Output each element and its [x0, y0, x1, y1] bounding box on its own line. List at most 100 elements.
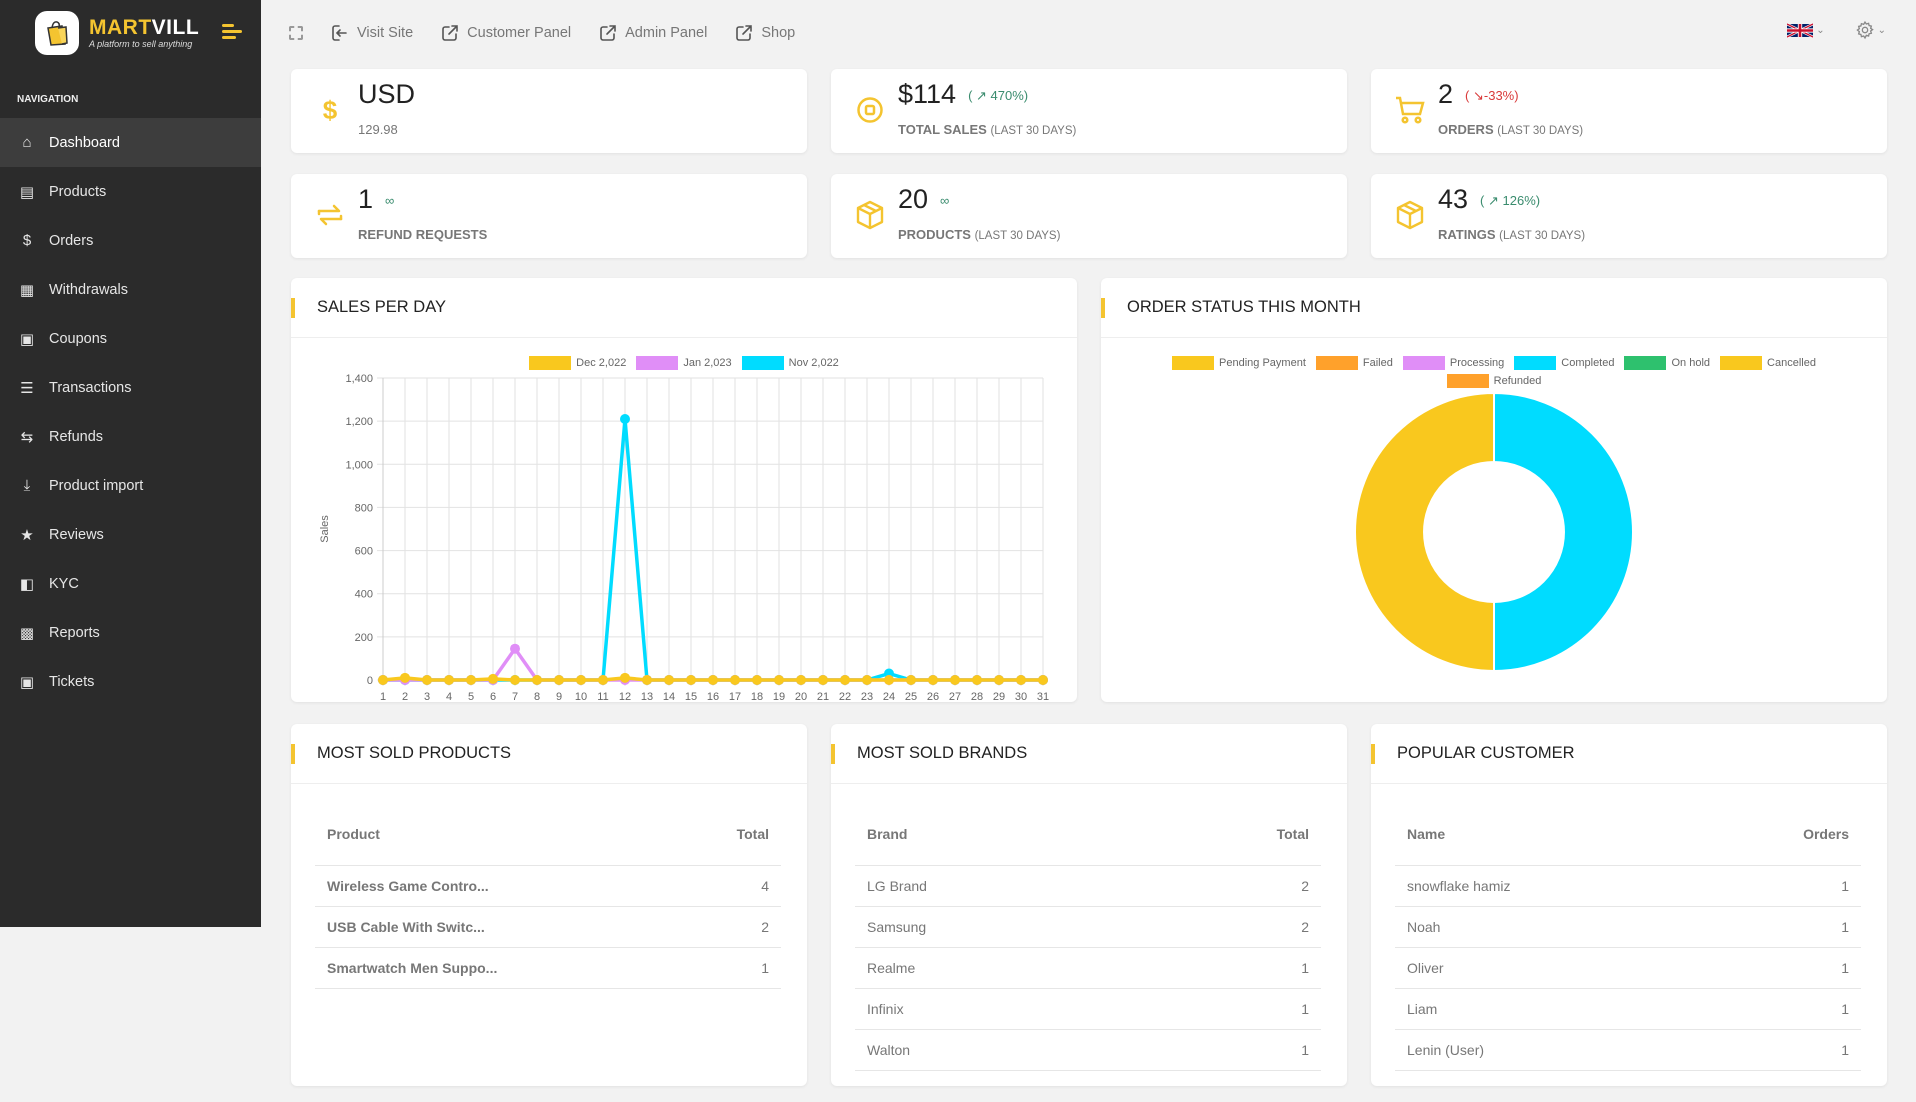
y-tick-label: 200	[355, 632, 373, 644]
brand-name: MARTVILL	[89, 17, 199, 39]
stat-label-text: RATINGS	[1438, 227, 1496, 242]
table-cell[interactable]: USB Cable With Switc...	[315, 906, 671, 948]
x-tick-label: 31	[1037, 691, 1049, 702]
list-icon: ☰	[20, 379, 34, 397]
table-row[interactable]: USB Cable With Switc... 2	[315, 906, 781, 948]
gear-icon	[1855, 20, 1874, 40]
legend-item[interactable]: On hold	[1624, 354, 1710, 372]
legend-item[interactable]: Processing	[1402, 354, 1504, 372]
x-tick-label: 13	[641, 691, 653, 702]
sidebar-item-tickets[interactable]: ▣ Tickets	[0, 657, 261, 706]
stat-change-value: ∞	[385, 193, 395, 209]
table-cell: 1	[1685, 1029, 1861, 1071]
x-tick-label: 5	[468, 691, 474, 702]
table-row[interactable]: snowflake hamiz 1	[1395, 865, 1861, 907]
brand-name-part1: MART	[89, 16, 152, 39]
x-tick-label: 26	[927, 691, 939, 702]
toplink-customer-panel[interactable]: Customer Panel	[441, 24, 571, 42]
language-selector[interactable]: ⌄	[1787, 22, 1825, 39]
fullscreen-icon[interactable]	[289, 26, 303, 40]
stat-card-products: 20 ∞ PRODUCTS (LAST 30 DAYS)	[831, 174, 1347, 258]
table-row[interactable]: Noah 1	[1395, 906, 1861, 948]
column-header[interactable]: Product	[315, 804, 671, 866]
table-row[interactable]: LG Brand 2	[855, 865, 1321, 907]
sidebar-item-coupons[interactable]: ▣ Coupons	[0, 314, 261, 363]
sidebar-item-products[interactable]: ▤ Products	[0, 167, 261, 216]
sidebar-item-kyc[interactable]: ◧ KYC	[0, 559, 261, 608]
toplink-label: Customer Panel	[467, 25, 572, 41]
sidebar-item-withdrawals[interactable]: ▦ Withdrawals	[0, 265, 261, 314]
nav-list: ⌂ Dashboard ▤ Products $ Orders ▦ Withdrawals ▣ C…	[0, 118, 261, 706]
table-row[interactable]: Walton 1	[855, 1029, 1321, 1071]
topbar: Visit Site Customer Panel Admin Panel Shop …	[261, 0, 1916, 66]
toplink-shop[interactable]: Shop	[735, 24, 795, 42]
sidebar-item-refunds[interactable]: ⇆ Refunds	[0, 412, 261, 461]
sidebar-item-reports[interactable]: ▩ Reports	[0, 608, 261, 657]
legend-item[interactable]: Pending Payment	[1172, 354, 1306, 372]
donut-slice[interactable]	[1493, 393, 1634, 673]
table-row[interactable]: Lenin (User) 1	[1395, 1029, 1861, 1071]
table-row[interactable]: Liam 1	[1395, 988, 1861, 1030]
x-tick-label: 16	[707, 691, 719, 702]
column-header[interactable]: Brand	[855, 804, 1117, 866]
x-tick-label: 30	[1015, 691, 1027, 702]
sidebar-item-product-import[interactable]: ⤓ Product import	[0, 461, 261, 510]
x-tick-label: 15	[685, 691, 697, 702]
table-row[interactable]: Oliver 1	[1395, 947, 1861, 989]
data-point	[862, 675, 872, 685]
star-icon: ★	[20, 526, 34, 544]
data-point	[400, 672, 410, 683]
settings-button[interactable]: ⌄	[1855, 20, 1886, 40]
legend-item[interactable]: Failed	[1315, 354, 1393, 372]
sidebar-item-label: Dashboard	[49, 134, 120, 151]
legend-swatch	[1315, 356, 1358, 370]
column-header[interactable]: Orders	[1685, 804, 1861, 866]
column-header[interactable]: Name	[1395, 804, 1686, 866]
sales-line-chart: 02004006008001,0001,2001,4001 2 3 4 5 6 7 8 9 10 1…	[319, 373, 1049, 702]
table-cell: Infinix	[855, 988, 1117, 1030]
donut-slice[interactable]	[1354, 393, 1495, 673]
box-icon	[853, 198, 887, 232]
table-row[interactable]: Infinix 1	[855, 988, 1321, 1030]
table-row[interactable]: Wireless Game Contro... 4	[315, 865, 781, 907]
data-point	[1016, 675, 1026, 685]
sidebar-item-label: Withdrawals	[49, 281, 128, 298]
legend-label: Pending Payment	[1219, 357, 1306, 369]
x-tick-label: 21	[817, 691, 829, 702]
table-cell: 1	[1685, 865, 1861, 907]
table-row[interactable]: Realme 1	[855, 947, 1321, 989]
stat-value: 43 ( ↗ 126%)	[1438, 184, 1540, 215]
table-cell: 2	[1116, 906, 1321, 948]
column-header[interactable]: Total	[670, 804, 781, 866]
x-tick-label: 23	[861, 691, 873, 702]
table-row[interactable]: Smartwatch Men Suppo... 1	[315, 947, 781, 989]
table-cell: 4	[670, 865, 781, 907]
data-point	[576, 675, 586, 685]
most-sold-products-table: Product Total Wireless Game Contro... 4 USB…	[315, 804, 781, 989]
table-row[interactable]: Samsung 2	[855, 906, 1321, 948]
toplink-admin-panel[interactable]: Admin Panel	[599, 24, 707, 42]
legend-item[interactable]: Cancelled	[1720, 354, 1816, 372]
legend-item[interactable]: Completed	[1514, 354, 1614, 372]
legend-swatch	[1624, 356, 1667, 370]
sidebar-item-orders[interactable]: $ Orders	[0, 216, 261, 265]
panel-title: ORDER STATUS THIS MONTH	[1127, 298, 1361, 316]
panel-title: MOST SOLD BRANDS	[857, 744, 1028, 762]
sidebar-item-reviews[interactable]: ★ Reviews	[0, 510, 261, 559]
sidebar-item-transactions[interactable]: ☰ Transactions	[0, 363, 261, 412]
y-tick-label: 800	[355, 502, 373, 514]
stat-change: ( ↗ 126%)	[1480, 192, 1541, 208]
column-header[interactable]: Total	[1116, 804, 1321, 866]
x-tick-label: 17	[729, 691, 741, 702]
data-point	[664, 675, 674, 685]
toplink-visit-site[interactable]: Visit Site	[331, 24, 413, 42]
menu-toggle-button[interactable]	[222, 24, 242, 40]
sidebar-item-dashboard[interactable]: ⌂ Dashboard	[0, 118, 261, 167]
legend-item[interactable]: Refunded	[1446, 372, 1541, 390]
data-point	[642, 675, 652, 685]
table-cell[interactable]: Smartwatch Men Suppo...	[315, 947, 671, 989]
table-cell[interactable]: Wireless Game Contro...	[315, 865, 671, 907]
data-point	[1038, 675, 1048, 685]
stat-change-value: 126%	[1502, 192, 1536, 208]
stat-change-value: ∞	[940, 193, 950, 209]
